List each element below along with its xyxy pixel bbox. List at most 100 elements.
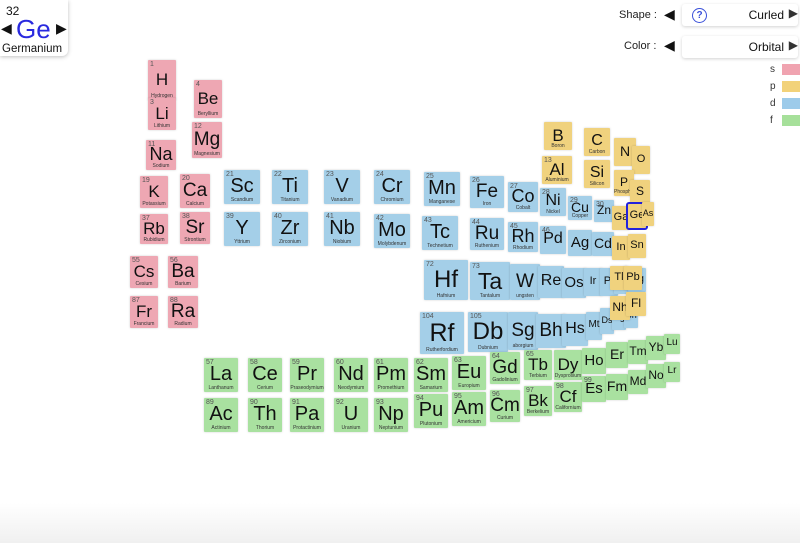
element-tile-y[interactable]: 39 Y Yttrium: [224, 212, 260, 246]
element-tile-v[interactable]: 23 V Vanadium: [324, 170, 360, 204]
element-symbol: Sm: [416, 363, 446, 385]
element-tile-pb[interactable]: Pb: [624, 266, 642, 290]
element-tile-na[interactable]: 11 Na Sodium: [146, 140, 176, 170]
element-tile-cs[interactable]: 55 Cs Cesium: [130, 256, 158, 288]
element-tile-li[interactable]: 3 Li Lithium: [148, 98, 176, 130]
element-tile-hf[interactable]: 72 Hf Hafnium: [424, 260, 468, 300]
element-tile-ac[interactable]: 89 Ac Actinium: [204, 398, 238, 432]
element-tile-cm[interactable]: 96 Cm Curium: [490, 390, 520, 422]
element-name: Francium: [133, 321, 155, 327]
element-symbol: K: [148, 182, 160, 201]
element-tile-w[interactable]: Wungsten: [510, 264, 540, 300]
element-tile-tc[interactable]: 43 Tc Technetium: [422, 216, 458, 250]
element-tile-rb[interactable]: 37 Rb Rubidium: [140, 214, 168, 244]
element-tile-lu[interactable]: Lu: [664, 334, 680, 354]
element-tile-ho[interactable]: Ho: [582, 348, 606, 374]
element-tile-eu[interactable]: 63 Eu Europium: [452, 356, 486, 390]
element-tile-pd[interactable]: 46 Pd: [540, 226, 566, 254]
element-tile-rh[interactable]: 45 Rh Rhodium: [508, 222, 538, 252]
element-tile-ag[interactable]: Ag: [568, 230, 592, 256]
shape-selector[interactable]: ? Curled ▶: [682, 4, 798, 26]
element-tile-o[interactable]: O: [632, 146, 650, 174]
element-tile-ta[interactable]: 73 Ta Tantalum: [470, 262, 510, 300]
element-tile-am[interactable]: 95 Am Americium: [452, 392, 486, 426]
element-tile-k[interactable]: 19 K Potassium: [140, 176, 168, 208]
previous-element-arrow-icon[interactable]: ◀: [1, 20, 12, 37]
element-tile-u[interactable]: 92 U Uranium: [334, 398, 368, 432]
element-name: Barium: [175, 281, 191, 287]
element-tile-no[interactable]: No: [646, 364, 666, 388]
element-tile-np[interactable]: 93 Np Neptunium: [374, 398, 408, 432]
element-tile-h[interactable]: 1 H Hydrogen: [148, 60, 176, 100]
element-tile-ni[interactable]: 28 Ni Nickel: [540, 188, 566, 216]
element-tile-es[interactable]: 99 Es: [582, 376, 606, 402]
element-symbol: Lr: [667, 365, 677, 376]
element-tile-pm[interactable]: 61 Pm Promethium: [374, 358, 408, 392]
element-name: Aluminium: [545, 177, 569, 183]
element-name: Rhodium: [512, 245, 533, 251]
element-tile-si[interactable]: Si Silicon: [584, 160, 610, 188]
element-tile-sn[interactable]: Sn: [628, 234, 646, 258]
element-tile-pu[interactable]: 94 Pu Plutonium: [414, 394, 448, 428]
element-tile-s[interactable]: S: [630, 180, 650, 204]
element-tile-ce[interactable]: 58 Ce Cerium: [248, 358, 282, 392]
element-tile-fl[interactable]: Fl: [626, 292, 646, 316]
element-tile-fr[interactable]: 87 Fr Francium: [130, 296, 158, 328]
element-tile-mn[interactable]: 25 Mn Manganese: [424, 172, 460, 206]
element-tile-yb[interactable]: Yb: [646, 336, 666, 360]
shape-next-arrow-icon[interactable]: ▶: [789, 6, 798, 20]
element-tile-nb[interactable]: 41 Nb Niobium: [324, 212, 360, 246]
element-name: Cerium: [256, 385, 274, 391]
floor-shadow: [0, 503, 800, 543]
element-tile-gd[interactable]: 64 Gd Gadolinium: [490, 352, 520, 384]
element-tile-sg[interactable]: Sg aborgium: [508, 312, 538, 350]
element-tile-mg[interactable]: 12 Mg Magnesium: [192, 122, 222, 158]
element-tile-fm[interactable]: Fm: [606, 374, 628, 400]
element-tile-sm[interactable]: 62 Sm Samarium: [414, 358, 448, 392]
element-tile-cu[interactable]: 29 Cu Copper: [568, 196, 592, 220]
element-tile-co[interactable]: 27 Co Cobalt: [508, 182, 538, 212]
element-tile-ca[interactable]: 20 Ca Calcium: [180, 174, 210, 208]
element-tile-fe[interactable]: 26 Fe Iron: [470, 176, 504, 208]
element-tile-th[interactable]: 90 Th Thorium: [248, 398, 282, 432]
element-tile-zn[interactable]: 30 Zn: [594, 200, 614, 222]
element-tile-la[interactable]: 57 La Lanthanum: [204, 358, 238, 392]
element-tile-cd[interactable]: Cd: [592, 232, 614, 256]
element-tile-hs[interactable]: Hs: [562, 314, 588, 346]
element-tile-sr[interactable]: 38 Sr Strontium: [180, 212, 210, 244]
color-prev-arrow-icon[interactable]: ◀: [664, 37, 675, 54]
element-tile-sc[interactable]: 21 Sc Scandium: [224, 170, 260, 204]
element-tile-tb[interactable]: 65 Tb Terbium: [524, 350, 552, 380]
element-tile-re[interactable]: Re: [538, 266, 564, 298]
element-tile-c[interactable]: C Carbon: [584, 128, 610, 156]
element-tile-rf[interactable]: 104 Rf Rutherfordium: [420, 312, 464, 354]
element-tile-md[interactable]: Md: [628, 370, 648, 394]
element-tile-ba[interactable]: 56 Ba Barium: [168, 256, 198, 288]
element-tile-bk[interactable]: 97 Bk Berkelium: [524, 386, 552, 416]
color-selector[interactable]: Orbital ▶: [682, 36, 798, 58]
element-tile-cr[interactable]: 24 Cr Chromium: [374, 170, 410, 204]
element-tile-er[interactable]: Er: [606, 342, 628, 368]
element-tile-tm[interactable]: Tm: [628, 340, 648, 364]
next-element-arrow-icon[interactable]: ▶: [56, 20, 67, 37]
element-tile-db[interactable]: 105 Db Dubnium: [468, 312, 508, 352]
element-tile-ra[interactable]: 88 Ra Radium: [168, 296, 198, 328]
help-icon[interactable]: ?: [692, 8, 707, 23]
element-tile-nd[interactable]: 60 Nd Neodymium: [334, 358, 368, 392]
element-tile-ti[interactable]: 22 Ti Titanium: [272, 170, 308, 204]
element-tile-os[interactable]: Os: [562, 268, 586, 298]
element-tile-pr[interactable]: 59 Pr Praseodymium: [290, 358, 324, 392]
element-tile-cf[interactable]: 98 Cf Californium: [554, 382, 582, 412]
element-tile-as[interactable]: As: [642, 202, 654, 226]
element-tile-zr[interactable]: 40 Zr Zirconium: [272, 212, 308, 246]
element-tile-be[interactable]: 4 Be Beryllium: [194, 80, 222, 118]
element-tile-al[interactable]: 13 Al Aluminium: [542, 156, 572, 184]
color-next-arrow-icon[interactable]: ▶: [789, 38, 798, 52]
element-tile-b[interactable]: B Boron: [544, 122, 572, 150]
element-tile-dy[interactable]: Dy Dysprosium: [554, 350, 582, 380]
element-tile-ru[interactable]: 44 Ru Ruthenium: [470, 218, 504, 250]
element-tile-mo[interactable]: 42 Mo Molybdenum: [374, 214, 410, 248]
element-tile-pa[interactable]: 91 Pa Protactinium: [290, 398, 324, 432]
element-tile-lr[interactable]: Lr: [664, 362, 680, 382]
shape-prev-arrow-icon[interactable]: ◀: [664, 6, 675, 23]
